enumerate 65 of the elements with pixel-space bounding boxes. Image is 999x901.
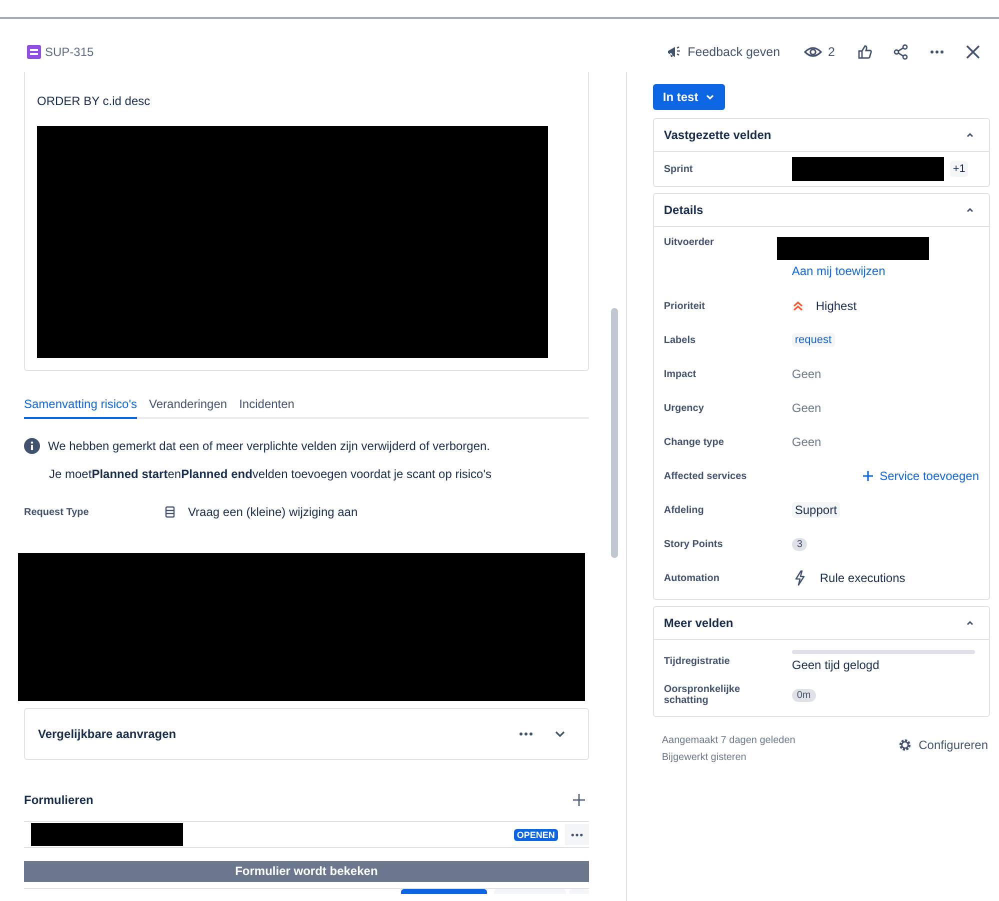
- field-label: Sprint: [664, 164, 694, 174]
- field-label: Urgency: [664, 402, 705, 414]
- share-icon[interactable]: [893, 44, 909, 60]
- field-label: Impact: [664, 368, 698, 380]
- field-value: Geen: [792, 367, 822, 381]
- field-label: Request Type: [24, 506, 90, 518]
- info-icon: [24, 438, 40, 454]
- rule-executions-link[interactable]: Rule executions: [820, 571, 906, 585]
- request-type-value: Vraag een (kleine) wijziging aan: [188, 505, 358, 519]
- field-value: Geen tijd gelogd: [792, 658, 880, 672]
- issue-type-icon: [27, 45, 41, 59]
- field-label: Labels: [664, 334, 697, 346]
- field-label: Tijdregistratie: [664, 656, 731, 666]
- watchers-button[interactable]: 2: [802, 41, 837, 63]
- status-button[interactable]: In test: [652, 84, 726, 110]
- card-title: Vastgezette velden: [664, 128, 772, 142]
- section-title: Formulieren: [24, 793, 94, 807]
- feedback-button[interactable]: Feedback geven: [664, 42, 782, 62]
- created-date: Aangemaakt 7 dagen geleden: [662, 735, 796, 746]
- count-tag: +1: [950, 161, 968, 177]
- field-label: Automation: [664, 572, 720, 584]
- priority-highest-icon: [792, 300, 804, 312]
- field-label: Affected services: [664, 470, 748, 482]
- configure-button[interactable]: Configureren: [894, 735, 990, 755]
- tab[interactable]: Veranderingen: [149, 395, 228, 419]
- notice-message: We hebben gemerkt dat een of meer verplichte velden zijn verwijderd of verborgen.: [48, 439, 490, 453]
- assign-to-me-link[interactable]: Aan mij toewijzen: [792, 264, 979, 278]
- notice-detail: Je moetPlanned startenPlanned endvelden toevoegen voordat je scant op risico's: [49, 467, 492, 481]
- form-banner: Formulier wordt bekeken: [24, 861, 589, 882]
- priority-value: Highest: [816, 299, 857, 313]
- gear-icon: [896, 737, 913, 753]
- megaphone-icon: [666, 44, 682, 60]
- field-label: Oorspronkelijke schatting: [664, 684, 742, 706]
- scrollbar-thumb[interactable]: [610, 308, 618, 558]
- code-line: ORDER BY c.id desc: [37, 94, 152, 108]
- field-label: Story Points: [664, 538, 724, 550]
- tab[interactable]: Incidenten: [239, 395, 294, 419]
- chevron-icon[interactable]: [965, 130, 975, 140]
- updated-date: Bijgewerkt gisteren: [662, 752, 748, 763]
- issue-key-link[interactable]: SUP-315: [45, 45, 94, 59]
- chevron-icon[interactable]: [965, 205, 975, 215]
- plus-icon[interactable]: [572, 794, 585, 806]
- close-icon[interactable]: [965, 44, 981, 60]
- field-label: Change type: [664, 436, 725, 448]
- field-label: Prioriteit: [664, 300, 706, 312]
- story-points-badge: 3: [792, 538, 808, 550]
- label-tag[interactable]: request: [792, 333, 835, 347]
- more-button[interactable]: [564, 824, 589, 845]
- thumbs-up-icon[interactable]: [857, 44, 873, 60]
- field-value: Geen: [792, 435, 822, 449]
- field-value: Geen: [792, 401, 822, 415]
- plus-icon: [862, 470, 874, 482]
- field-label: Afdeling: [664, 504, 705, 516]
- status-lozenge: OPENEN: [514, 828, 558, 840]
- add-service-link[interactable]: Service toevoegen: [862, 469, 979, 483]
- field-label: Uitvoerder: [664, 237, 715, 248]
- form-icon: [164, 506, 176, 518]
- card-title: Meer velden: [664, 616, 734, 630]
- card-title: Details: [664, 203, 704, 217]
- chevron-icon[interactable]: [965, 618, 975, 628]
- estimate-badge: 0m: [792, 688, 816, 702]
- chevron-down-icon: [705, 92, 716, 102]
- panel-title: Vergelijkbare aanvragen: [38, 727, 176, 741]
- department-tag: Support: [792, 502, 840, 518]
- tab[interactable]: Samenvatting risico's: [24, 395, 138, 419]
